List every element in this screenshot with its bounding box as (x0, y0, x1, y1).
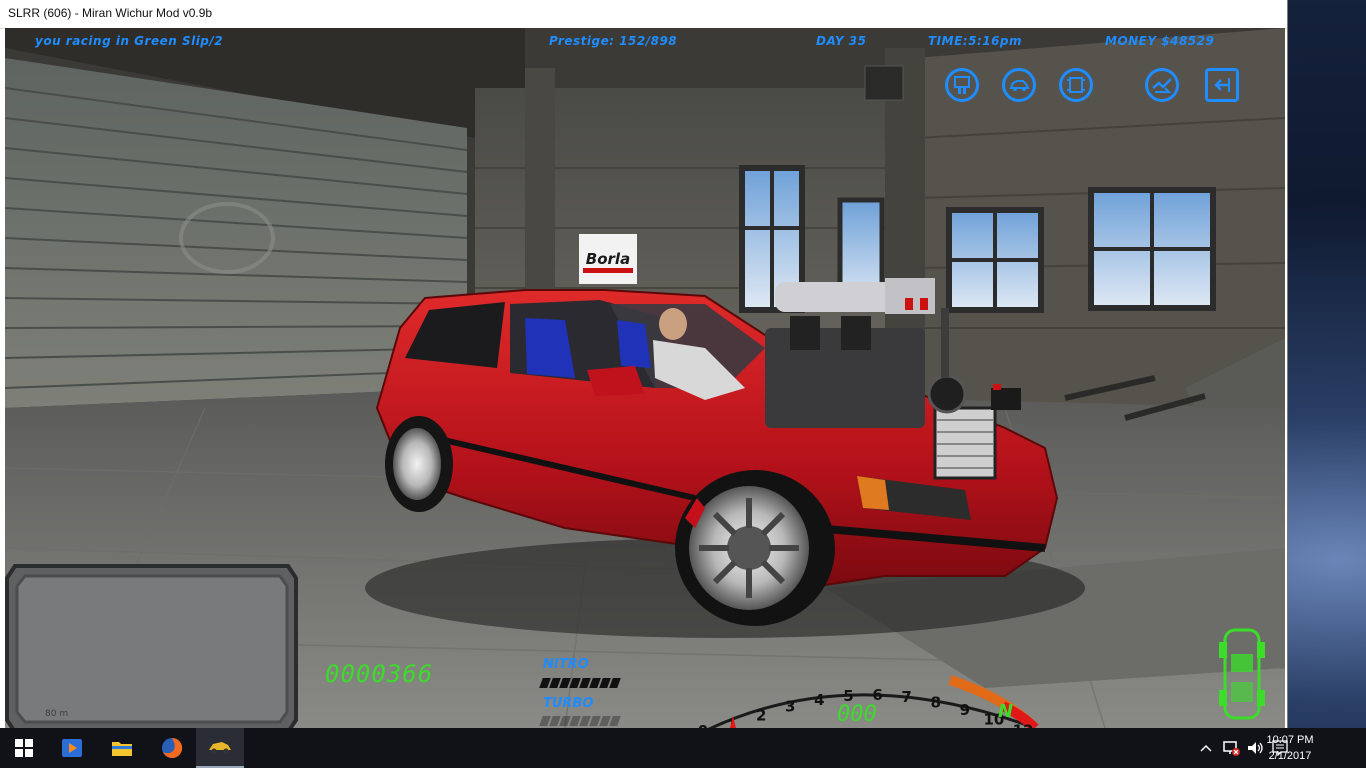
taskbar-firefox[interactable] (148, 728, 196, 768)
car-icon (1009, 80, 1030, 91)
race-status-text: you racing in Green Slip/2 (35, 34, 224, 48)
window-title: SLRR (606) - Miran Wichur Mod v0.9b (8, 6, 213, 20)
rpm-tick-label: 4 (814, 691, 824, 709)
rpm-tick-label: 2 (756, 706, 766, 724)
start-icon (15, 739, 33, 757)
minimap: 80 m (5, 564, 298, 728)
turbo-label: TURBO (543, 696, 594, 711)
borla-poster-text: Borla (586, 250, 630, 268)
money-text: MONEY $48529 (1105, 34, 1215, 48)
chassis-frame-icon (1067, 77, 1085, 93)
nitro-bar (539, 678, 621, 688)
exit-icon (1214, 78, 1230, 92)
rpm-tick-label: 9 (960, 701, 970, 719)
gear-indicator: N (998, 701, 1014, 722)
taskbar: 10:07 PM 2/1/2017 (0, 728, 1366, 768)
notification-icon (1272, 740, 1288, 756)
rpm-tick-label: 8 (931, 693, 941, 711)
chassis-button[interactable] (1059, 68, 1093, 102)
day-text: DAY 35 (816, 34, 867, 48)
garage-lift-icon (954, 76, 970, 94)
taskbar-media-player[interactable] (48, 728, 96, 768)
tray-chevron[interactable] (1196, 728, 1216, 768)
exit-button[interactable] (1205, 68, 1239, 102)
rpm-tick-label: 12 (1013, 721, 1034, 728)
prestige-text: Prestige: 152/898 (549, 34, 678, 48)
time-text: TIME:5:16pm (928, 34, 1023, 48)
taskbar-file-explorer[interactable] (98, 728, 146, 768)
firefox-icon (162, 737, 183, 758)
game-viewport[interactable]: Borla you racing in Green Slip/2 Prestig… (5, 28, 1285, 728)
speedometer: 000 (837, 702, 877, 727)
map-route-icon (1152, 78, 1172, 93)
odometer: 0000366 (325, 660, 434, 688)
action-center-button[interactable] (1268, 728, 1292, 768)
car-damage-indicator (1219, 628, 1265, 720)
slrr-game-icon (209, 742, 231, 754)
minimap-scale: 80 m (45, 709, 68, 719)
nitro-label: NITRO (543, 657, 589, 672)
start-button[interactable] (0, 728, 48, 768)
rpm-tick-label: 7 (901, 688, 911, 706)
tray-network[interactable] (1220, 728, 1242, 768)
window-titlebar[interactable]: SLRR (606) - Miran Wichur Mod v0.9b (0, 0, 1287, 29)
turbo-bar (539, 716, 621, 726)
taskbar-slrr-game[interactable] (196, 728, 244, 768)
garage-lift-button[interactable] (945, 68, 979, 102)
car-button[interactable] (1002, 68, 1036, 102)
file-explorer-icon (112, 742, 132, 756)
game-window[interactable]: SLRR (606) - Miran Wichur Mod v0.9b Borl… (0, 0, 1288, 728)
media-player-icon (62, 739, 82, 757)
network-disconnected-icon (1223, 741, 1240, 756)
rpm-tick-label: 3 (785, 697, 795, 715)
map-route-button[interactable] (1145, 68, 1179, 102)
chevron-up-icon (1200, 744, 1212, 752)
